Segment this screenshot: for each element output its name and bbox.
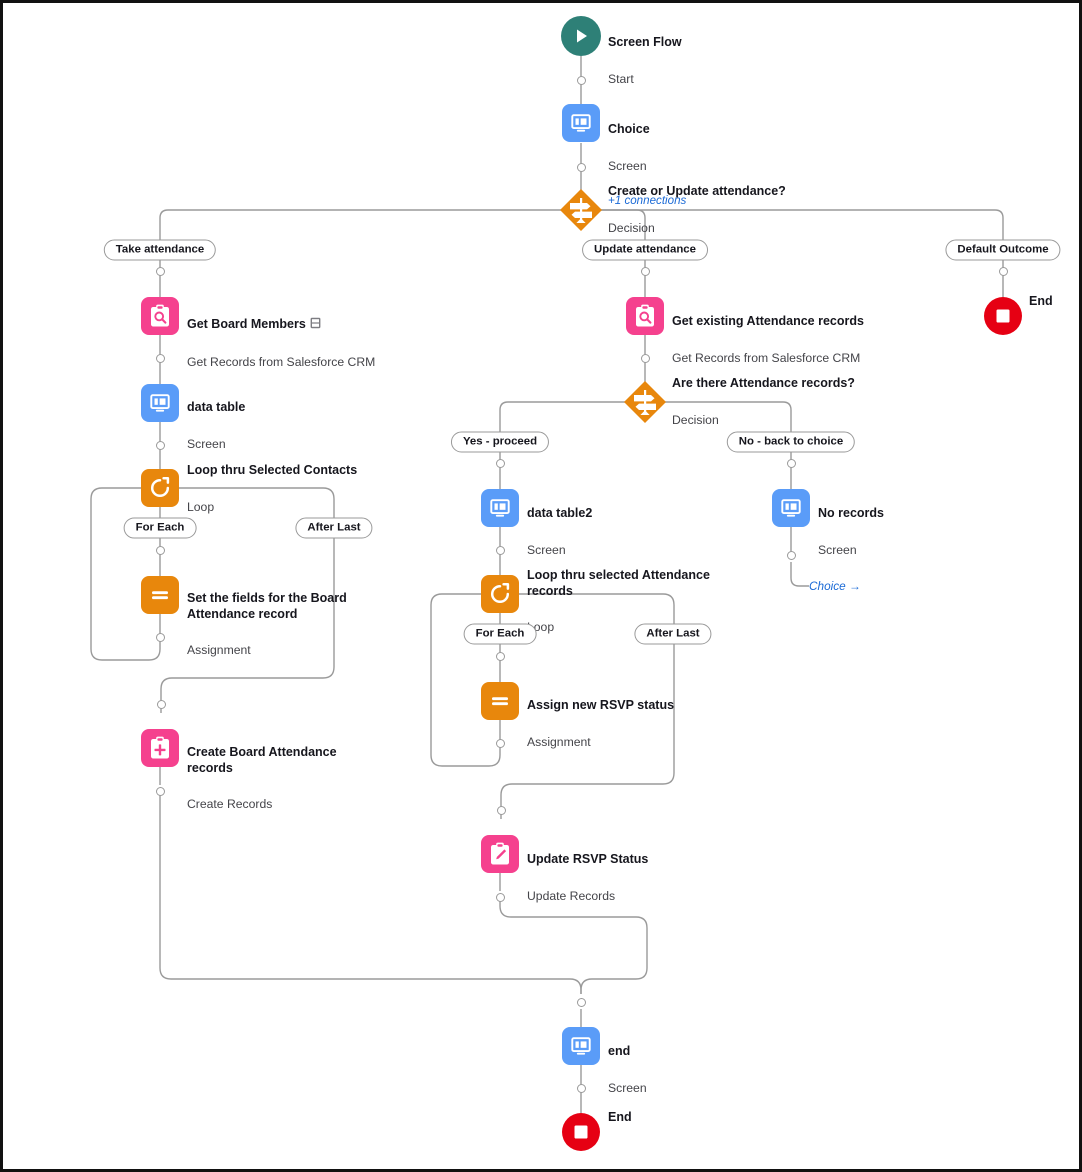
connector-dot[interactable] <box>495 651 505 661</box>
table-icon <box>310 317 321 334</box>
node-decision1-title: Create or Update attendance? <box>608 184 786 199</box>
connector-dot[interactable] <box>640 353 650 363</box>
branch-yes-proceed[interactable]: Yes - proceed <box>450 431 550 453</box>
node-start-label: Screen Flow Start <box>608 15 682 107</box>
connector-dot[interactable] <box>155 353 165 363</box>
play-icon <box>561 16 601 56</box>
connector-dot[interactable] <box>495 545 505 555</box>
node-assign2-title: Assign new RSVP status <box>527 698 675 713</box>
node-create-board-attendance-records-label: Create Board Attendance records Create R… <box>187 725 337 833</box>
node-end-default-outcome-label: End <box>1029 294 1053 308</box>
connector-dot[interactable] <box>495 458 505 468</box>
end-icon <box>984 297 1022 335</box>
branch-loop1-after-last[interactable]: After Last <box>295 517 373 539</box>
node-assign1-title: Set the fields for the Board Attendance … <box>187 591 347 622</box>
branch-loop2-after-last[interactable]: After Last <box>634 623 712 645</box>
assignment-icon <box>481 682 519 720</box>
node-end-screen-label: end Screen <box>608 1024 647 1116</box>
connector-dot[interactable] <box>155 786 165 796</box>
node-assign1-subtitle: Assignment <box>187 643 251 658</box>
node-loop1-subtitle: Loop <box>187 499 215 514</box>
node-no-records-subtitle: Screen <box>818 542 857 557</box>
branch-loop2-for-each[interactable]: For Each <box>463 623 537 645</box>
node-create-records-subtitle: Create Records <box>187 797 273 812</box>
connector-dot[interactable] <box>155 440 165 450</box>
node-decision2-subtitle: Decision <box>672 412 719 427</box>
get-records-icon <box>141 297 179 335</box>
node-update-rsvp-status-label: Update RSVP Status Update Records <box>527 832 648 924</box>
node-update-rsvp-subtitle: Update Records <box>527 888 616 903</box>
get-records-icon <box>626 297 664 335</box>
node-loop1-title: Loop thru Selected Contacts <box>187 463 358 478</box>
connector-dot[interactable] <box>576 997 586 1007</box>
node-choice-title: Choice <box>608 122 650 137</box>
node-decision2-title: Are there Attendance records? <box>672 376 855 391</box>
connector-dot[interactable] <box>998 266 1008 276</box>
update-records-icon <box>481 835 519 873</box>
branch-update-attendance[interactable]: Update attendance <box>582 239 708 261</box>
node-get-board-members-title-text: Get Board Members <box>187 317 306 332</box>
node-no-records-title: No records <box>818 506 884 521</box>
branch-loop1-for-each[interactable]: For Each <box>123 517 197 539</box>
node-assign2-subtitle: Assignment <box>527 734 591 749</box>
goto-link-choice[interactable]: Choice → <box>809 579 861 593</box>
connector-dot[interactable] <box>576 162 586 172</box>
loop-icon <box>141 469 179 507</box>
node-get-board-members-title: Get Board Members <box>187 317 375 334</box>
screen-icon <box>772 489 810 527</box>
connector-dot[interactable] <box>576 1083 586 1093</box>
decision-icon <box>557 186 605 234</box>
node-end-screen-title: end <box>608 1044 631 1059</box>
end-icon <box>562 1113 600 1151</box>
connector-dot[interactable] <box>495 892 505 902</box>
screen-icon <box>481 489 519 527</box>
node-no-records-label: No records Screen <box>818 486 884 578</box>
node-data-table2-title: data table2 <box>527 506 593 521</box>
connector-dot[interactable] <box>155 266 165 276</box>
node-set-board-attendance-fields-label: Set the fields for the Board Attendance … <box>187 571 347 679</box>
node-end-screen-subtitle: Screen <box>608 1080 647 1095</box>
branch-no-back-to-choice[interactable]: No - back to choice <box>726 431 856 453</box>
node-get-board-members-subtitle: Get Records from Salesforce CRM <box>187 354 376 369</box>
branch-default-outcome[interactable]: Default Outcome <box>945 239 1061 261</box>
screen-icon <box>562 104 600 142</box>
connector-dot[interactable] <box>640 266 650 276</box>
node-assign-new-rsvp-status-label: Assign new RSVP status Assignment <box>527 678 674 770</box>
create-records-icon <box>141 729 179 767</box>
node-loop2-title: Loop thru selected Attendance records <box>527 568 710 599</box>
node-get-attendance-title: Get existing Attendance records <box>672 314 864 329</box>
connector-dot[interactable] <box>155 632 165 642</box>
connector-dot[interactable] <box>786 458 796 468</box>
connector-dot[interactable] <box>156 699 166 709</box>
node-decision1-subtitle: Decision <box>608 220 655 235</box>
connector-dot[interactable] <box>786 550 796 560</box>
screen-icon <box>562 1027 600 1065</box>
node-update-rsvp-title: Update RSVP Status <box>527 852 649 867</box>
node-end-final-label: End <box>608 1110 632 1124</box>
connector-dot[interactable] <box>155 545 165 555</box>
node-start-title: Screen Flow <box>608 35 682 50</box>
connector-dot[interactable] <box>576 75 586 85</box>
node-start-subtitle: Start <box>608 71 634 86</box>
loop-icon <box>481 575 519 613</box>
assignment-icon <box>141 576 179 614</box>
node-get-board-members-label: Get Board Members Get Records from Sales… <box>187 297 375 390</box>
screen-icon <box>141 384 179 422</box>
branch-take-attendance[interactable]: Take attendance <box>103 239 217 261</box>
connector-dot[interactable] <box>495 738 505 748</box>
node-create-records-title: Create Board Attendance records <box>187 745 337 776</box>
flow-canvas[interactable]: Screen Flow Start Choice Screen +1 conne… <box>0 0 1082 1172</box>
decision-icon <box>621 378 669 426</box>
connector-dot[interactable] <box>496 805 506 815</box>
node-data-table-title: data table <box>187 400 246 415</box>
